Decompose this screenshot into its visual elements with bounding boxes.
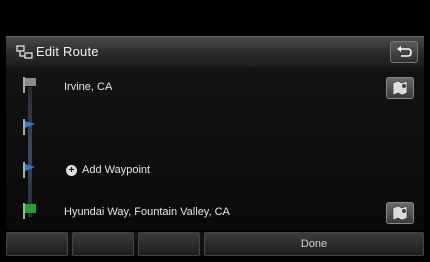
done-button[interactable]: Done <box>204 232 424 256</box>
destination-map-button[interactable] <box>386 202 414 224</box>
status-area <box>0 0 430 36</box>
back-button[interactable] <box>390 41 418 63</box>
map-icon <box>392 205 408 221</box>
origin-label[interactable]: Irvine, CA <box>64 81 112 93</box>
add-waypoint-flag-icon <box>23 162 35 178</box>
page-title: Edit Route <box>36 44 99 59</box>
done-label: Done <box>300 238 328 250</box>
origin-map-button[interactable] <box>386 77 414 99</box>
waypoint-flag-icon <box>23 119 35 135</box>
toolbar-button-3[interactable] <box>138 232 200 256</box>
bottom-toolbar: Done <box>6 232 424 256</box>
destination-flag-icon <box>23 203 36 219</box>
toolbar-button-2[interactable] <box>72 232 134 256</box>
toolbar-button-1[interactable] <box>6 232 68 256</box>
add-waypoint-label[interactable]: Add Waypoint <box>82 164 150 176</box>
add-icon: + <box>66 165 77 176</box>
back-icon <box>397 46 412 57</box>
edit-route-icon <box>16 45 33 59</box>
route-list: Irvine, CA + Add Waypoint Hyundai Way, F… <box>6 67 424 230</box>
screen: Edit Route Irvine, CA + Add Waypoint Hyu… <box>0 0 430 262</box>
origin-flag-icon <box>23 77 36 93</box>
route-line <box>28 87 32 217</box>
destination-label[interactable]: Hyundai Way, Fountain Valley, CA <box>64 206 230 218</box>
map-icon <box>392 80 408 96</box>
header-bar: Edit Route <box>6 36 424 68</box>
